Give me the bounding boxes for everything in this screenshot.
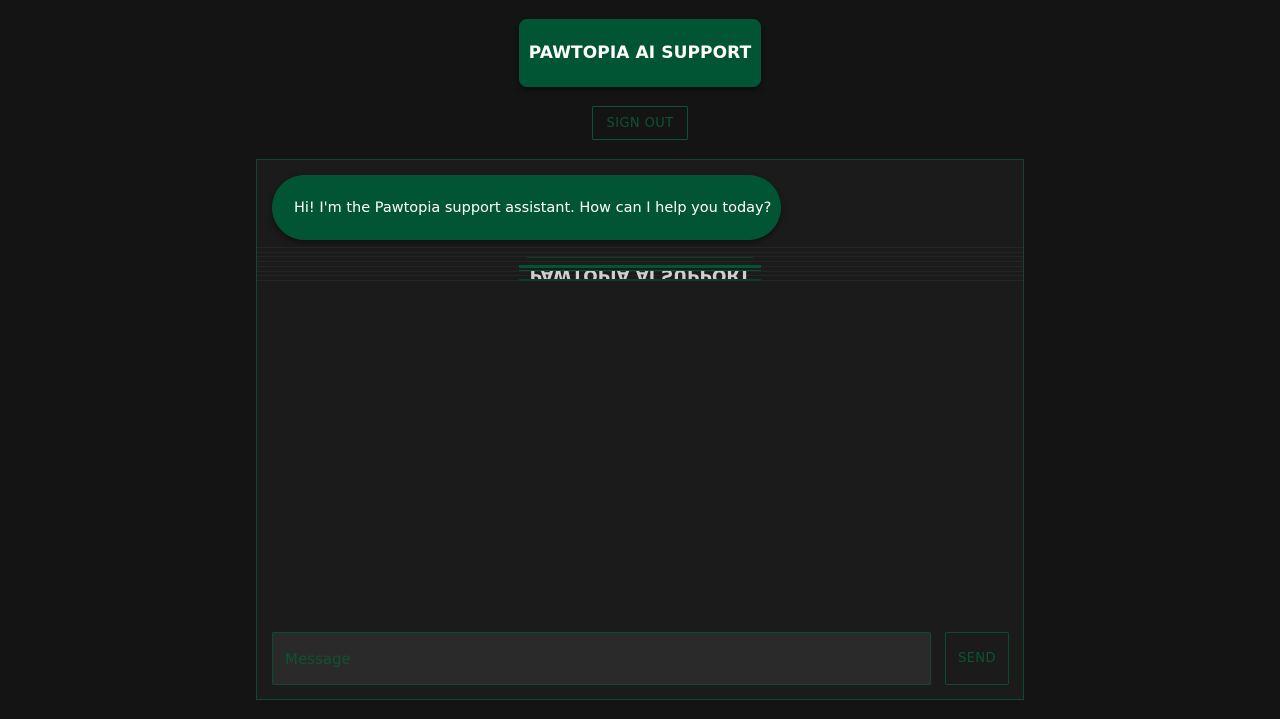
- send-button[interactable]: SEND: [945, 632, 1009, 685]
- render-glitch-artifact: PAWTOPIA AI SUPPORT: [257, 247, 1023, 287]
- glitched-title-text: PAWTOPIA AI SUPPORT: [519, 271, 761, 279]
- chat-panel: Hi! I'm the Pawtopia support assistant. …: [256, 159, 1024, 700]
- app-title-badge: PAWTOPIA AI SUPPORT: [519, 19, 761, 87]
- message-input[interactable]: [272, 632, 931, 685]
- sign-out-button[interactable]: SIGN OUT: [592, 106, 688, 140]
- app-title: PAWTOPIA AI SUPPORT: [528, 43, 752, 63]
- assistant-message-bubble: Hi! I'm the Pawtopia support assistant. …: [272, 175, 781, 240]
- assistant-message-text: Hi! I'm the Pawtopia support assistant. …: [294, 199, 772, 216]
- app-root: PAWTOPIA AI SUPPORT SIGN OUT Hi! I'm the…: [0, 0, 1280, 719]
